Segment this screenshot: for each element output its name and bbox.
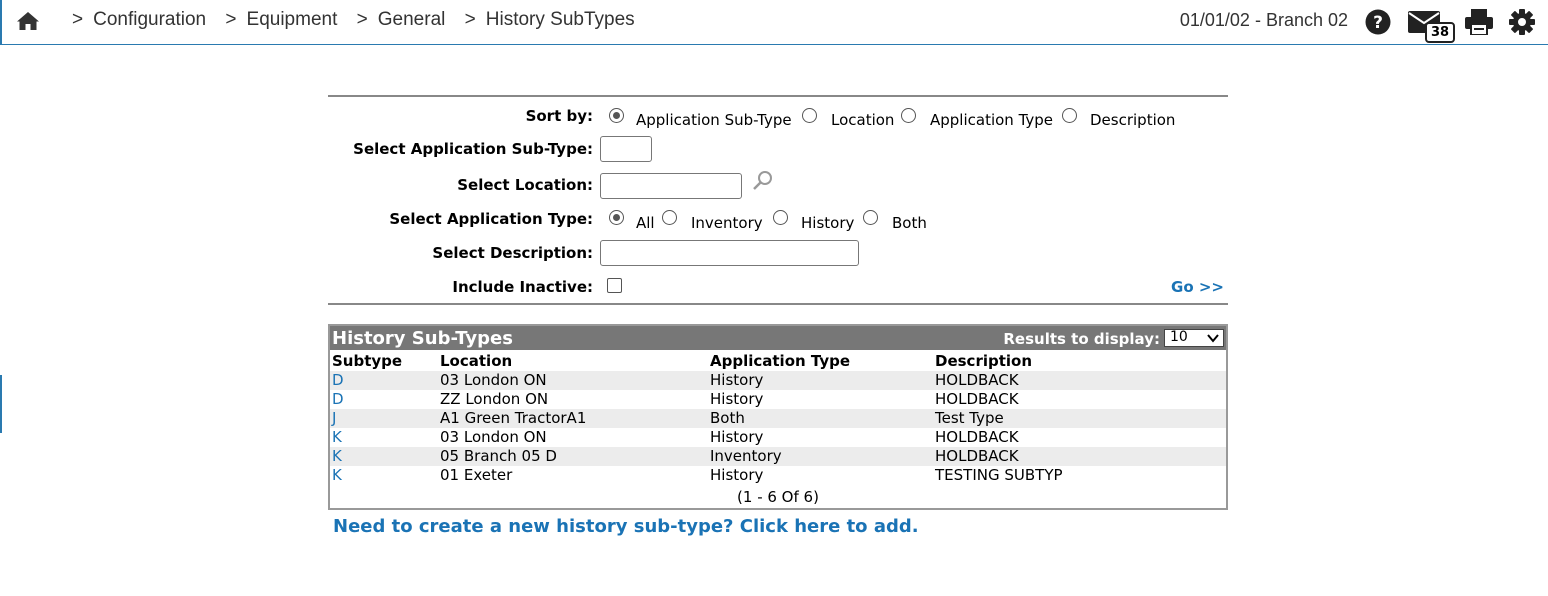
description-cell: HOLDBACK xyxy=(935,371,1019,389)
breadcrumb-equipment[interactable]: Equipment xyxy=(247,9,338,30)
include-inactive-label: Include Inactive: xyxy=(452,278,593,296)
app-type-option-inventory: Inventory xyxy=(691,214,763,232)
table-header-row: Subtype Location Application Type Descri… xyxy=(330,352,1226,371)
breadcrumb-general[interactable]: General xyxy=(378,9,446,30)
location-input[interactable] xyxy=(600,173,742,199)
app-type-option-both: Both xyxy=(892,214,927,232)
subtype-input[interactable] xyxy=(600,136,652,162)
app-type-radio-inventory[interactable] xyxy=(662,210,677,225)
table-row: K 05 Branch 05 D Inventory HOLDBACK xyxy=(330,447,1226,466)
breadcrumb-history-subtypes: History SubTypes xyxy=(485,9,635,30)
include-inactive-row: Include Inactive: Go >> xyxy=(328,275,1228,303)
description-label: Select Description: xyxy=(432,244,593,262)
description-cell: HOLDBACK xyxy=(935,390,1019,408)
location-cell: 05 Branch 05 D xyxy=(440,447,557,465)
add-history-subtype-link[interactable]: Need to create a new history sub-type? C… xyxy=(333,516,919,537)
sort-by-label: Sort by: xyxy=(525,107,593,125)
column-header-subtype[interactable]: Subtype xyxy=(332,352,402,370)
breadcrumb-configuration[interactable]: Configuration xyxy=(93,9,206,30)
subtype-link[interactable]: K xyxy=(332,466,342,485)
table-row: K 03 London ON History HOLDBACK xyxy=(330,428,1226,447)
results-display-label: Results to display: xyxy=(1003,330,1160,348)
breadcrumb-separator: > xyxy=(225,9,237,30)
location-cell: 01 Exeter xyxy=(440,466,513,484)
app-type-cell: History xyxy=(710,428,764,446)
subtype-row: Select Application Sub-Type: xyxy=(328,136,1228,165)
results-table: History Sub-Types Results to display: 10… xyxy=(328,324,1228,510)
description-cell: HOLDBACK xyxy=(935,447,1019,465)
app-type-option-all: All xyxy=(636,214,655,232)
print-icon[interactable] xyxy=(1465,9,1493,35)
app-type-option-history: History xyxy=(801,214,855,232)
sort-radio-location[interactable] xyxy=(802,108,817,123)
app-type-label: Select Application Type: xyxy=(389,210,593,228)
table-row: K 01 Exeter History TESTING SUBTYP xyxy=(330,466,1226,485)
go-button[interactable]: Go >> xyxy=(1171,278,1224,296)
description-cell: TESTING SUBTYP xyxy=(935,466,1063,484)
results-per-page-value: 10 xyxy=(1170,329,1188,345)
description-cell: Test Type xyxy=(935,409,1004,427)
breadcrumb: > Configuration > Equipment > General > Hist… xyxy=(72,9,649,31)
svg-text:?: ? xyxy=(1373,13,1383,33)
home-icon[interactable] xyxy=(16,10,40,32)
breadcrumb-separator: > xyxy=(356,9,368,30)
location-cell: ZZ London ON xyxy=(440,390,549,408)
filter-panel: Sort by: Application Sub-Type Location A… xyxy=(328,95,1228,305)
gear-icon[interactable] xyxy=(1509,9,1535,35)
sort-radio-description[interactable] xyxy=(1062,108,1077,123)
app-type-cell: History xyxy=(710,390,764,408)
subtype-link[interactable]: K xyxy=(332,428,342,447)
app-type-cell: History xyxy=(710,371,764,389)
table-row: J A1 Green TractorA1 Both Test Type xyxy=(330,409,1226,428)
description-input[interactable] xyxy=(600,240,859,266)
include-inactive-checkbox[interactable] xyxy=(607,278,622,293)
app-type-cell: History xyxy=(710,466,764,484)
subtype-link[interactable]: D xyxy=(332,390,344,409)
table-row: D 03 London ON History HOLDBACK xyxy=(330,371,1226,390)
breadcrumb-separator: > xyxy=(72,9,84,30)
sort-option-description: Description xyxy=(1090,111,1176,129)
app-type-cell: Inventory xyxy=(710,447,782,465)
sort-by-row: Sort by: Application Sub-Type Location A… xyxy=(328,105,1228,133)
subtype-link[interactable]: D xyxy=(332,371,344,390)
table-row: D ZZ London ON History HOLDBACK xyxy=(330,390,1226,409)
left-edge-accent xyxy=(0,375,2,433)
search-icon[interactable] xyxy=(752,170,774,192)
top-bar: > Configuration > Equipment > General > Hist… xyxy=(0,0,1548,45)
location-cell: 03 London ON xyxy=(440,428,547,446)
description-row: Select Description: xyxy=(328,240,1228,269)
sort-option-subtype: Application Sub-Type xyxy=(636,111,792,129)
location-label: Select Location: xyxy=(457,176,593,194)
location-cell: A1 Green TractorA1 xyxy=(440,409,587,427)
column-header-location[interactable]: Location xyxy=(440,352,512,370)
pagination-summary: (1 - 6 Of 6) xyxy=(737,488,819,506)
results-header: History Sub-Types Results to display: 10 xyxy=(330,326,1226,350)
app-type-radio-history[interactable] xyxy=(773,210,788,225)
sort-option-location: Location xyxy=(831,111,895,129)
results-title: History Sub-Types xyxy=(332,328,513,349)
breadcrumb-separator: > xyxy=(464,9,476,30)
app-type-cell: Both xyxy=(710,409,745,427)
app-type-radio-both[interactable] xyxy=(863,210,878,225)
sort-radio-subtype[interactable] xyxy=(609,108,624,123)
subtype-link[interactable]: K xyxy=(332,447,342,466)
mail-count-badge: 38 xyxy=(1425,22,1455,43)
chevron-down-icon xyxy=(1207,334,1219,343)
date-branch-label[interactable]: 01/01/02 - Branch 02 xyxy=(1180,10,1348,31)
left-accent-bar xyxy=(0,0,2,44)
description-cell: HOLDBACK xyxy=(935,428,1019,446)
location-cell: 03 London ON xyxy=(440,371,547,389)
column-header-description[interactable]: Description xyxy=(935,352,1032,370)
results-per-page-select[interactable]: 10 xyxy=(1164,329,1224,347)
location-row: Select Location: xyxy=(328,170,1228,201)
app-type-radio-all[interactable] xyxy=(609,210,624,225)
subtype-label: Select Application Sub-Type: xyxy=(353,140,593,158)
help-icon[interactable]: ? xyxy=(1365,9,1391,35)
subtype-link[interactable]: J xyxy=(332,409,336,428)
sort-radio-app-type[interactable] xyxy=(901,108,916,123)
app-type-row: Select Application Type: All Inventory H… xyxy=(328,209,1228,237)
sort-option-app-type: Application Type xyxy=(930,111,1054,129)
column-header-app-type[interactable]: Application Type xyxy=(710,352,850,370)
